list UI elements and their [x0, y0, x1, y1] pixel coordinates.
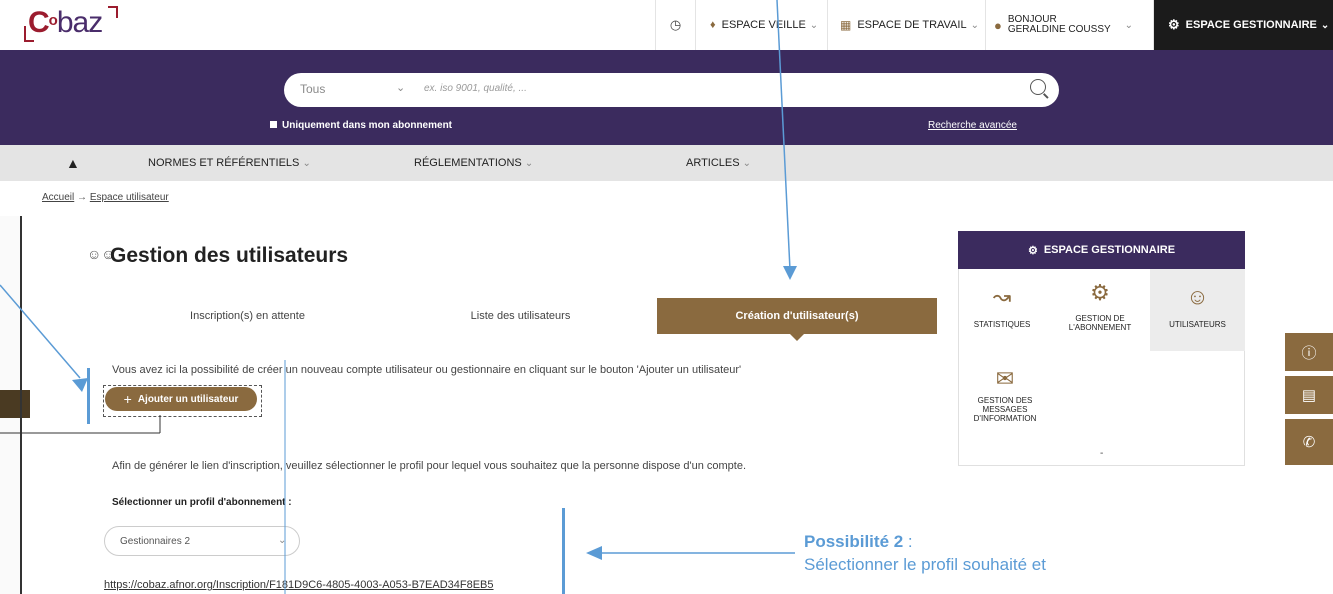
annotation-arrow-line	[0, 284, 81, 379]
annotation-arrowhead	[783, 266, 797, 280]
annotation-body: Sélectionner le profil souhaité et	[804, 555, 1046, 574]
annotation-heading-suffix: :	[903, 532, 913, 551]
annotation-heading: Possibilité 2	[804, 532, 904, 551]
annotation-arrowhead	[586, 546, 602, 560]
annotation-arrowhead	[72, 378, 88, 392]
annotation-arrow-line	[776, 0, 791, 271]
annotation-overlay	[0, 0, 797, 594]
annotation-bar	[562, 508, 565, 594]
annotation-bar	[87, 368, 90, 424]
annotation-callout: Possibilité 2 : Sélectionner le profil s…	[804, 530, 1046, 576]
